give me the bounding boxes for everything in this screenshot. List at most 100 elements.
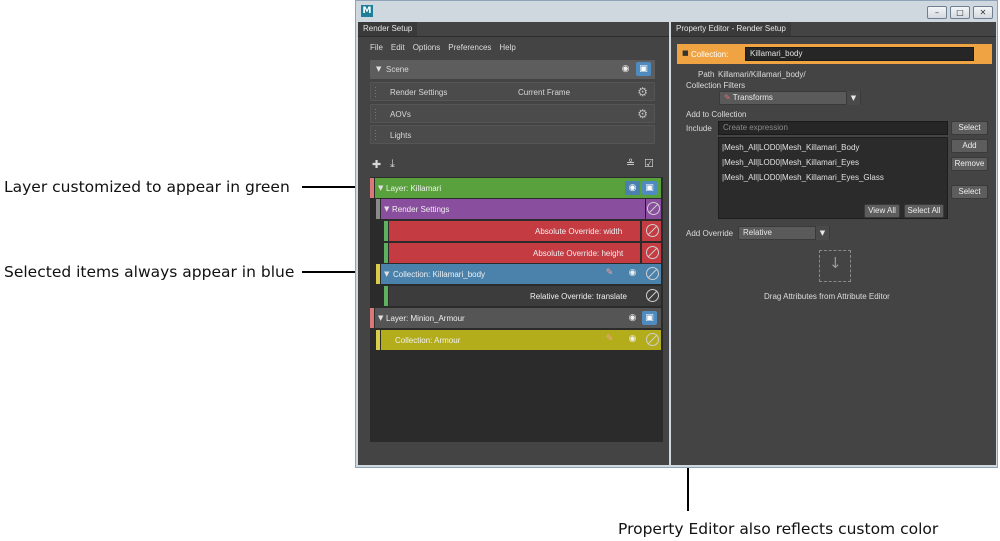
path-value: Killamari/Killamari_body/ [718, 70, 806, 79]
annotation-property-editor: Property Editor also reflects custom col… [618, 520, 939, 538]
close-button[interactable]: ✕ [973, 6, 993, 19]
maya-window: M – □ ✕ Render Setup File Edit Options P… [355, 0, 998, 468]
override-strip [384, 286, 388, 306]
chevron-down-icon[interactable]: ▼ [815, 226, 829, 240]
visibility-eye-icon[interactable]: ◉ [625, 311, 640, 325]
expand-triangle-icon[interactable]: ▼ [376, 65, 381, 73]
disable-icon[interactable] [646, 246, 659, 259]
filter-dropdown[interactable]: ✎ Transforms ▼ [719, 91, 861, 105]
disable-icon[interactable] [646, 224, 659, 237]
isolate-icon[interactable]: ✎ [603, 267, 616, 280]
purple-strip [376, 199, 380, 219]
visibility-eye-icon[interactable]: ◉ [618, 62, 633, 76]
visibility-eye-icon[interactable]: ◉ [625, 181, 640, 195]
drag-grip-icon[interactable] [374, 108, 377, 120]
collection-header-row: ■ Collection: Killamari_body [677, 44, 992, 64]
disable-icon[interactable] [646, 333, 659, 346]
isolate-icon[interactable]: ✎ [603, 333, 616, 346]
attribute-drop-zone[interactable]: ↓ [819, 250, 851, 282]
collection-strip [376, 330, 380, 350]
view-all-button[interactable]: View All [864, 204, 900, 218]
maximize-button[interactable]: □ [950, 6, 970, 19]
disable-icon[interactable] [647, 202, 660, 215]
disable-icon[interactable] [646, 289, 659, 302]
expand-triangle-icon[interactable]: ▼ [378, 184, 383, 192]
drag-grip-icon[interactable] [374, 86, 377, 98]
scene-row[interactable]: ▼ Scene ◉ ▣ [370, 60, 655, 79]
render-settings-row[interactable]: Render Settings Current Frame ⚙ [370, 82, 655, 101]
lights-row[interactable]: Lights [370, 125, 655, 144]
menu-file[interactable]: File [370, 43, 383, 52]
menu-edit[interactable]: Edit [391, 43, 405, 52]
drag-grip-icon[interactable] [374, 129, 377, 141]
list-item[interactable]: |Mesh_All|LOD0|Mesh_Killamari_Body [722, 143, 859, 152]
enable-icon[interactable]: ◉ [626, 333, 639, 346]
import-icon[interactable]: ⤓ [390, 157, 395, 171]
gear-icon[interactable]: ⚙ [637, 85, 648, 99]
layer-strip [370, 308, 374, 328]
render-layer-icon[interactable]: ▣ [636, 62, 651, 76]
annotation-layer-green: Layer customized to appear in green [4, 178, 290, 196]
list-item[interactable]: |Mesh_All|LOD0|Mesh_Killamari_Eyes [722, 158, 859, 167]
layer-minion-armour-row[interactable]: ▼ Layer: Minion_Armour ◉ ▣ [370, 308, 661, 328]
relative-override-row[interactable]: Relative Override: translate [370, 286, 661, 306]
add-button[interactable]: Add [951, 139, 988, 153]
property-editor-tab[interactable]: Property Editor - Render Setup [671, 22, 791, 36]
select-button[interactable]: Select [951, 121, 988, 135]
collection-armour-row[interactable]: Collection: Armour ✎ ◉ [370, 330, 661, 350]
chevron-down-icon[interactable]: ▼ [846, 91, 860, 105]
include-label: Include [686, 124, 712, 133]
expand-triangle-icon[interactable]: ▼ [384, 205, 389, 213]
override-width-label: Absolute Override: width [535, 227, 623, 236]
disable-icon[interactable] [646, 267, 659, 280]
select-all-button[interactable]: Select All [904, 204, 944, 218]
collection-killamari-body-row[interactable]: ▼ Collection: Killamari_body ✎ ◉ [370, 264, 661, 284]
arrow-down-icon: ↓ [829, 254, 842, 272]
override-mode-dropdown[interactable]: Relative ▼ [738, 226, 830, 240]
path-label: Path [698, 70, 715, 79]
add-override-label: Add Override [686, 229, 734, 238]
scene-label: Scene [386, 65, 409, 74]
remove-button[interactable]: Remove [951, 157, 988, 171]
annotation-selected-blue: Selected items always appear in blue [4, 263, 295, 281]
render-layer-icon[interactable]: ▣ [642, 181, 657, 195]
filter-value: Transforms [732, 93, 773, 102]
override-width-row[interactable]: Absolute Override: width [370, 221, 661, 241]
render-layer-icon[interactable]: ▣ [642, 311, 657, 325]
expand-triangle-icon[interactable]: ▼ [384, 270, 389, 278]
layer-killamari-row[interactable]: ▼ Layer: Killamari ◉ ▣ [370, 178, 661, 198]
gear-icon[interactable]: ⚙ [637, 107, 648, 121]
title-bar: M – □ ✕ [356, 1, 997, 22]
render-setup-tab[interactable]: Render Setup [358, 22, 418, 36]
collection-name-field[interactable]: Killamari_body [745, 47, 974, 61]
render-view-icon[interactable]: ≗ [626, 157, 635, 170]
select-members-button[interactable]: Select [951, 185, 988, 199]
minimize-button[interactable]: – [927, 6, 947, 19]
menu-preferences[interactable]: Preferences [448, 43, 491, 52]
tab-divider [358, 36, 669, 37]
include-expression-input[interactable]: Create expression [718, 121, 948, 135]
expand-triangle-icon[interactable]: ▼ [378, 314, 383, 322]
checklist-icon[interactable]: ☑ [644, 157, 654, 170]
maya-logo-icon: M [361, 5, 373, 17]
lights-label: Lights [390, 131, 412, 140]
menu-bar: File Edit Options Preferences Help [370, 43, 516, 52]
current-frame-label: Current Frame [518, 88, 571, 97]
layer-strip [370, 178, 374, 198]
aovs-label: AOVs [390, 110, 411, 119]
collection-armour-label: Collection: Armour [395, 336, 461, 345]
override-mode-value: Relative [743, 228, 772, 237]
collection-label: Collection: [691, 50, 729, 59]
list-item[interactable]: |Mesh_All|LOD0|Mesh_Killamari_Eyes_Glass [722, 173, 884, 182]
layer-minion-label: Layer: Minion_Armour [386, 314, 465, 323]
menu-help[interactable]: Help [499, 43, 515, 52]
render-settings-label: Render Settings [390, 88, 448, 97]
render-setup-panel: Render Setup File Edit Options Preferenc… [358, 22, 669, 465]
render-settings-override-row[interactable]: ▼ Render Settings [370, 199, 661, 219]
override-height-row[interactable]: Absolute Override: height [370, 243, 661, 263]
create-layer-icon[interactable]: ✚ [372, 158, 381, 171]
menu-options[interactable]: Options [413, 43, 441, 52]
property-editor-panel: Property Editor - Render Setup ■ Collect… [671, 22, 996, 465]
aovs-row[interactable]: AOVs ⚙ [370, 104, 655, 123]
enable-icon[interactable]: ◉ [626, 267, 639, 280]
